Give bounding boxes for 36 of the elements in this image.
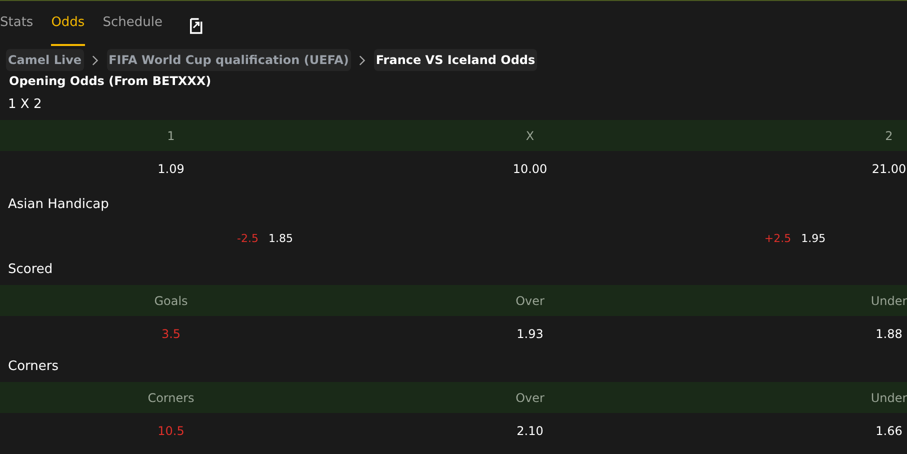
column-header: X — [526, 128, 534, 144]
column-header: Under — [870, 390, 907, 406]
breadcrumb[interactable]: Camel Live — [6, 49, 84, 71]
share-icon[interactable] — [190, 15, 204, 37]
column-header: Goals — [154, 292, 188, 310]
handicap-odds: 1.95 — [801, 230, 826, 247]
table-cell-text: 2.10 — [516, 423, 544, 440]
table-cell-text: 3.5 — [161, 326, 181, 343]
table-cell-text: 10.5 — [158, 423, 184, 440]
tab[interactable]: Odds — [51, 1, 85, 46]
column-header: Under — [870, 292, 907, 310]
table-cell-text: 10.00 — [512, 161, 548, 178]
table-cell-text: 21.00 — [872, 161, 906, 178]
handicap-line: -2.5 — [237, 230, 258, 247]
breadcrumb: France VS Iceland Odds — [374, 49, 538, 71]
handicap-line: +2.5 — [764, 230, 792, 247]
subtitle: Opening Odds (From BETXXX) — [8, 73, 212, 90]
section-title: Asian Handicap — [7, 196, 110, 214]
handicap-odds: 1.85 — [268, 230, 293, 247]
column-header: Over — [516, 292, 544, 310]
chevron-icon — [92, 54, 99, 66]
chevron-icon — [358, 54, 366, 66]
tab[interactable]: Stats — [0, 1, 34, 46]
section-title: 1 X 2 — [7, 96, 43, 114]
column-header: 2 — [885, 128, 893, 144]
table-cell-text: 1.66 — [876, 423, 902, 440]
column-header: 1 — [167, 128, 175, 144]
table-cell-text: 1.09 — [158, 161, 184, 178]
tab[interactable]: Schedule — [102, 1, 162, 46]
table-cell-text: 1.88 — [876, 326, 902, 343]
column-header: Over — [516, 390, 544, 406]
section-title: Corners — [7, 358, 60, 376]
table-cell-text: 1.93 — [516, 326, 544, 343]
section-title: Scored — [7, 261, 54, 280]
breadcrumb[interactable]: FIFA World Cup qualification (UEFA) — [106, 49, 351, 71]
column-header: Corners — [148, 390, 194, 406]
